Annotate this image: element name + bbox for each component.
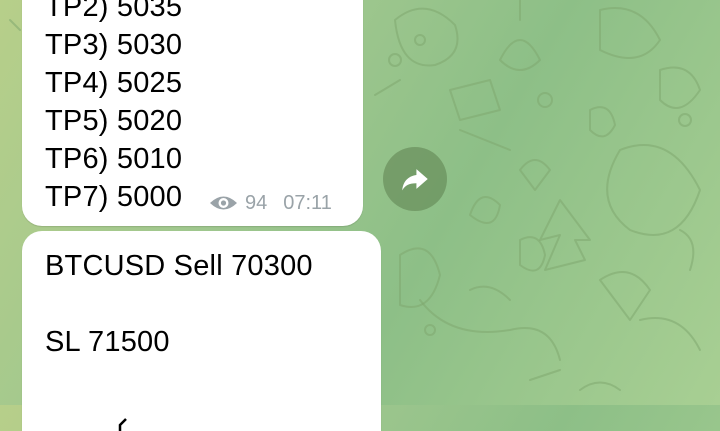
message-line: BTCUSD Sell 70300 <box>45 250 313 282</box>
message-line: TP3) 5030 <box>45 29 183 61</box>
eye-icon <box>210 196 237 210</box>
message-line: TP7) 5000 <box>45 181 183 213</box>
forward-share-icon <box>402 169 428 191</box>
message-line: TP6) 5010 <box>45 143 183 175</box>
forward-button[interactable] <box>383 147 447 211</box>
message-line: SL 71500 <box>45 326 170 358</box>
view-count: 94 <box>245 191 268 214</box>
message-line: TP2) 5035 <box>45 0 183 23</box>
message-time: 07:11 <box>283 191 332 214</box>
message-bubble-btcusd-signal[interactable]: BTCUSD Sell 70300 SL 71500 <box>22 231 381 431</box>
message-line: TP4) 5025 <box>45 67 183 99</box>
message-bubble-tp-levels[interactable]: TP2) 5035 TP3) 5030 TP4) 5025 TP5) 5020 … <box>22 0 363 226</box>
cutoff-text-fragment <box>118 418 127 431</box>
message-meta: 94 07:11 <box>209 188 332 218</box>
message-line: TP5) 5020 <box>45 105 183 137</box>
